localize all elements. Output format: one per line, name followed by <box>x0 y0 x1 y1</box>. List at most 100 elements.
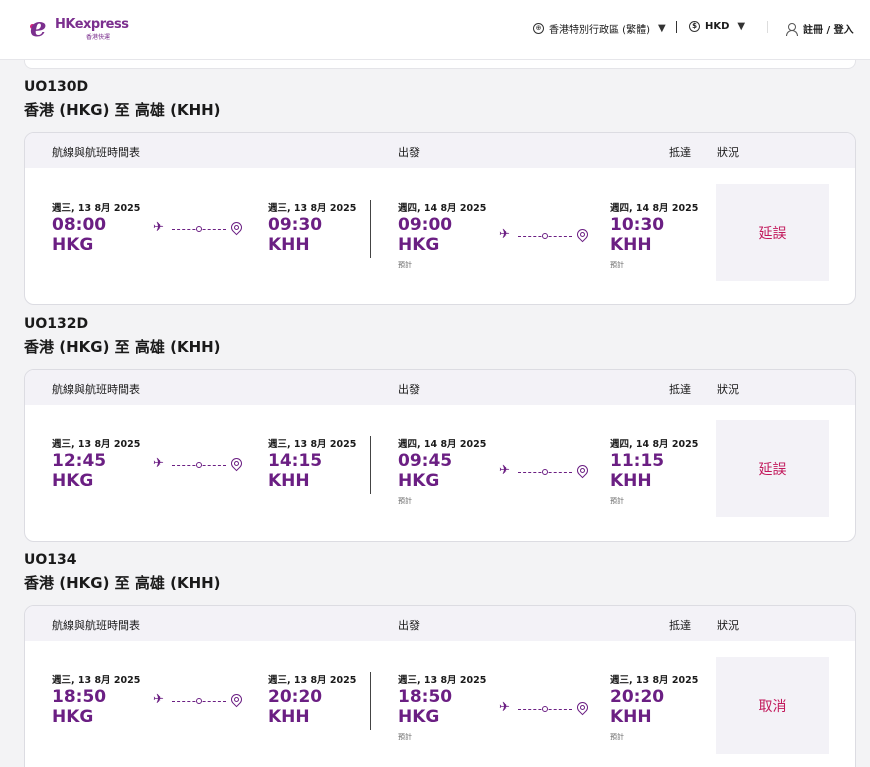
airport-code: HKG <box>52 235 94 255</box>
dollar-icon: $ <box>689 21 700 32</box>
estimated-note: 預計 <box>398 261 412 269</box>
header-schedule: 航線與航班時間表 <box>52 383 140 396</box>
airport-code: KHH <box>268 235 310 255</box>
airplane-icon: ✈ <box>153 692 164 707</box>
date: 週三, 13 8月 2025 <box>268 675 357 686</box>
language-selector[interactable]: ⊕ 香港特別行政區 (繁體) ▼ <box>533 21 666 36</box>
scheduled-arrival: 週三, 13 8月 2025 20:20 KHH <box>268 672 356 727</box>
estimated-note: 預計 <box>398 733 412 741</box>
estimated-note: 預計 <box>610 261 624 269</box>
chevron-down-icon: ▼ <box>657 23 666 34</box>
time: 09:45 <box>398 451 453 471</box>
header-arrival: 抵達 <box>669 383 691 396</box>
scheduled-departure: 週三, 13 8月 2025 08:00 HKG <box>52 200 140 255</box>
chevron-down-icon: ▼ <box>737 21 746 32</box>
logo-e-mark: e <box>30 13 47 43</box>
airport-code: KHH <box>268 471 310 491</box>
flight-path: ✈ <box>499 699 591 716</box>
flight-number: UO130D <box>24 79 89 95</box>
estimated-note: 預計 <box>398 497 412 505</box>
login-register-link[interactable]: 註冊 / 登入 <box>785 21 854 36</box>
header-departure: 出發 <box>398 146 420 159</box>
estimated-note: 預計 <box>610 497 624 505</box>
midpoint-dot <box>542 233 548 239</box>
airplane-icon: ✈ <box>499 700 510 715</box>
location-pin-icon <box>574 699 591 716</box>
estimated-departure: 週四, 14 8月 2025 09:00 HKG 預計 <box>398 200 486 270</box>
flight-path: ✈ <box>153 691 245 708</box>
airport-code: KHH <box>610 707 652 727</box>
location-pin-icon <box>228 455 245 472</box>
location-pin-icon <box>228 691 245 708</box>
location-pin-icon <box>574 226 591 243</box>
time: 11:15 <box>610 451 665 471</box>
estimated-departure: 週三, 13 8月 2025 18:50 HKG 預計 <box>398 672 486 742</box>
date: 週三, 13 8月 2025 <box>52 203 141 214</box>
flight-route: 香港 (HKG) 至 高雄 (KHH) <box>24 101 221 119</box>
estimated-arrival: 週三, 13 8月 2025 20:20 KHH 預計 <box>610 672 698 742</box>
flight-path: ✈ <box>153 455 245 472</box>
airplane-icon: ✈ <box>153 456 164 471</box>
column-divider <box>370 200 371 258</box>
flight-card: 航線與航班時間表 出發 抵達 狀況 週三, 13 8月 2025 12:45 H… <box>24 369 856 542</box>
currency-label: HKD <box>705 21 730 32</box>
user-icon <box>785 22 798 36</box>
header-departure: 出發 <box>398 383 420 396</box>
scheduled-departure: 週三, 13 8月 2025 18:50 HKG <box>52 672 140 727</box>
status-badge: 取消 <box>716 657 829 754</box>
flight-path: ✈ <box>153 219 245 236</box>
status-badge: 延誤 <box>716 184 829 281</box>
nav-divider <box>676 21 677 33</box>
airport-code: HKG <box>398 707 440 727</box>
card-header: 航線與航班時間表 出發 抵達 狀況 <box>25 370 855 405</box>
date: 週四, 14 8月 2025 <box>398 439 487 450</box>
logo-wordmark: HKexpress <box>55 17 129 32</box>
date: 週三, 13 8月 2025 <box>610 675 699 686</box>
date: 週四, 14 8月 2025 <box>610 203 699 214</box>
date: 週四, 14 8月 2025 <box>398 203 487 214</box>
logo-chinese-sub: 香港快運 <box>86 34 111 41</box>
header-schedule: 航線與航班時間表 <box>52 146 140 159</box>
airport-code: KHH <box>610 471 652 491</box>
header-arrival: 抵達 <box>669 619 691 632</box>
airplane-icon: ✈ <box>499 227 510 242</box>
flight-card: 航線與航班時間表 出發 抵達 狀況 週三, 13 8月 2025 18:50 H… <box>24 605 856 767</box>
hk-express-logo[interactable]: e HKexpress 香港快運 <box>30 13 129 43</box>
date: 週三, 13 8月 2025 <box>52 675 141 686</box>
header-departure: 出發 <box>398 619 420 632</box>
flight-card: 航線與航班時間表 出發 抵達 狀況 週三, 13 8月 2025 08:00 H… <box>24 132 856 305</box>
status-badge: 延誤 <box>716 420 829 517</box>
currency-selector[interactable]: $ HKD ▼ <box>689 21 745 32</box>
scheduled-departure: 週三, 13 8月 2025 12:45 HKG <box>52 436 140 491</box>
airport-code: HKG <box>398 235 440 255</box>
header-status: 狀況 <box>717 383 739 396</box>
time: 20:20 <box>268 687 323 707</box>
airplane-icon: ✈ <box>499 463 510 478</box>
nav-divider <box>767 21 768 33</box>
time: 12:45 <box>52 451 107 471</box>
estimated-arrival: 週四, 14 8月 2025 10:30 KHH 預計 <box>610 200 698 270</box>
airport-code: KHH <box>268 707 310 727</box>
flight-number: UO134 <box>24 552 77 568</box>
estimated-note: 預計 <box>610 733 624 741</box>
time: 09:00 <box>398 215 453 235</box>
date: 週三, 13 8月 2025 <box>398 675 487 686</box>
airport-code: HKG <box>398 471 440 491</box>
header-status: 狀況 <box>717 619 739 632</box>
midpoint-dot <box>542 469 548 475</box>
midpoint-dot <box>542 706 548 712</box>
scheduled-arrival: 週三, 13 8月 2025 09:30 KHH <box>268 200 356 255</box>
top-navigation-bar: e HKexpress 香港快運 ⊕ 香港特別行政區 (繁體) ▼ $ HKD … <box>0 0 870 60</box>
flight-path: ✈ <box>499 462 591 479</box>
date: 週四, 14 8月 2025 <box>610 439 699 450</box>
column-divider <box>370 436 371 494</box>
globe-icon: ⊕ <box>533 23 544 34</box>
midpoint-dot <box>196 462 202 468</box>
estimated-departure: 週四, 14 8月 2025 09:45 HKG 預計 <box>398 436 486 506</box>
estimated-arrival: 週四, 14 8月 2025 11:15 KHH 預計 <box>610 436 698 506</box>
card-header: 航線與航班時間表 出發 抵達 狀況 <box>25 606 855 641</box>
time: 20:20 <box>610 687 665 707</box>
scheduled-arrival: 週三, 13 8月 2025 14:15 KHH <box>268 436 356 491</box>
date: 週三, 13 8月 2025 <box>268 439 357 450</box>
airport-code: HKG <box>52 707 94 727</box>
